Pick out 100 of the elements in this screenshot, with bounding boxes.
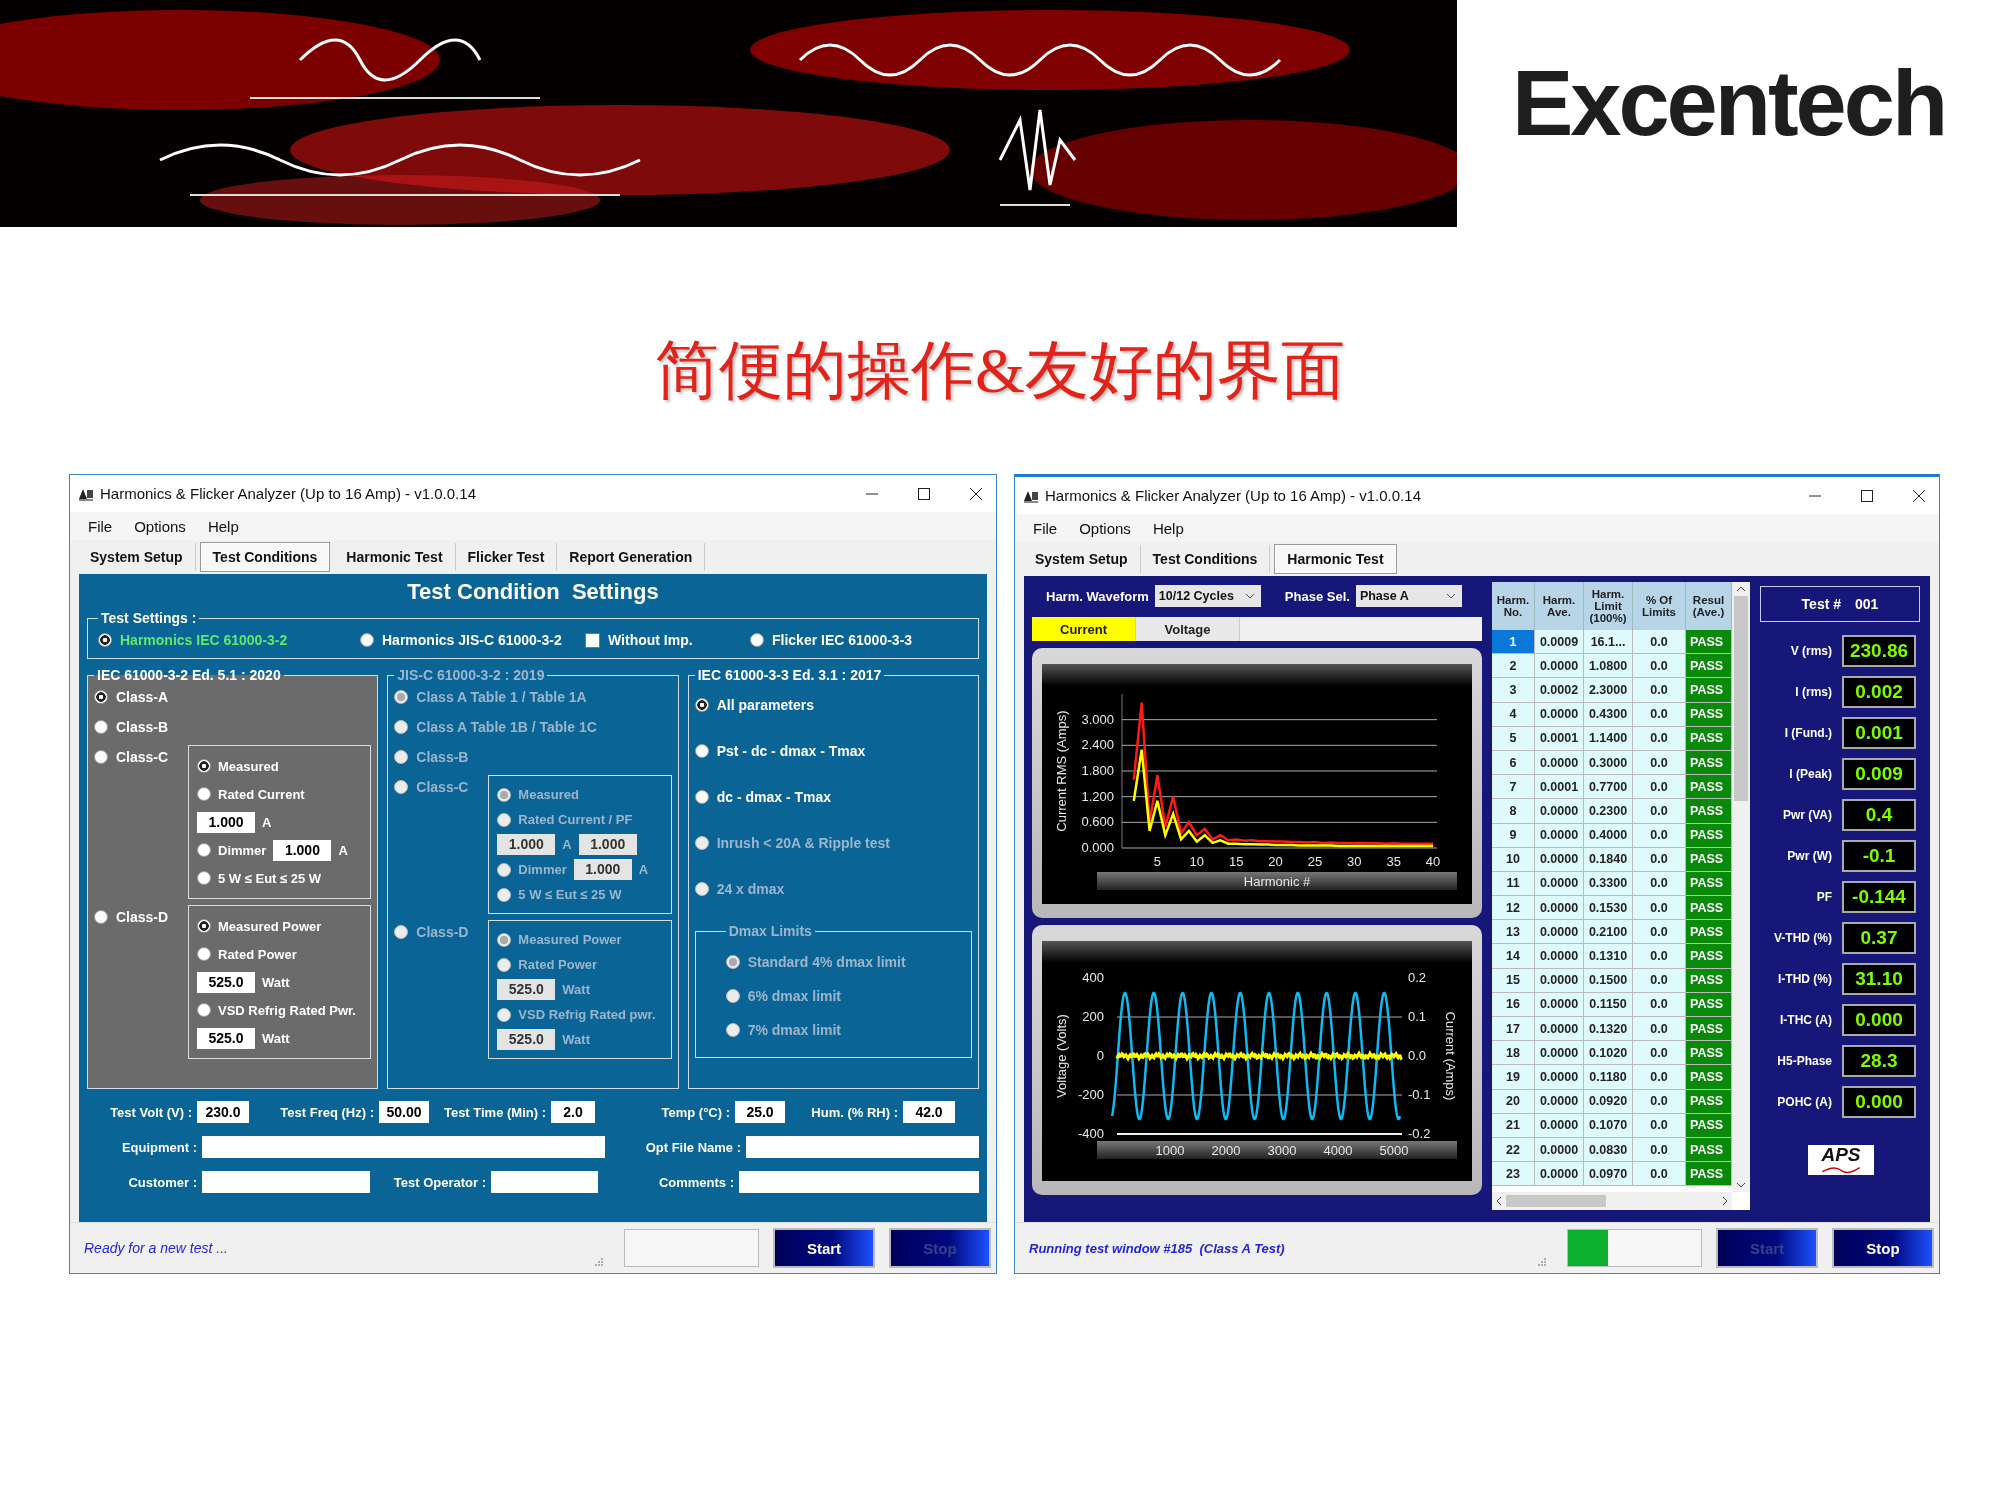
radio-label[interactable]: Pst - dc - dmax - Tmax xyxy=(716,743,866,759)
maximize-icon[interactable] xyxy=(918,487,930,500)
table-cell: 0.1320 xyxy=(1584,1017,1633,1042)
radio-button[interactable] xyxy=(694,744,709,758)
maximize-icon[interactable] xyxy=(1861,489,1873,502)
radio-label[interactable]: Class-C xyxy=(116,749,169,765)
radio-button[interactable] xyxy=(197,759,211,773)
table-cell: 4 xyxy=(1492,702,1535,727)
tab[interactable]: Harmonic Test xyxy=(334,543,456,571)
radio-button[interactable] xyxy=(98,633,112,647)
radio-button[interactable] xyxy=(197,947,211,961)
axis-tick-label: 10 xyxy=(1189,854,1205,869)
number-field[interactable]: 1.000 xyxy=(273,839,332,861)
text-field[interactable] xyxy=(202,1136,605,1158)
radio-label[interactable]: VSD Refrig Rated Pwr. xyxy=(218,1002,356,1018)
text-field[interactable]: 230.0 xyxy=(197,1101,249,1123)
radio-button[interactable] xyxy=(197,787,211,801)
text-field[interactable]: 2.0 xyxy=(551,1101,595,1123)
control-label: Phase Sel. xyxy=(1284,588,1350,604)
action-button[interactable]: Start xyxy=(773,1228,875,1268)
number-field[interactable]: 525.0 xyxy=(197,1027,255,1049)
radio-button[interactable] xyxy=(197,1003,211,1017)
dropdown[interactable]: 10/12 Cycles xyxy=(1154,585,1261,607)
radio-label[interactable]: Class-B xyxy=(116,719,169,735)
readout-value: 0.4 xyxy=(1842,799,1916,831)
checkbox[interactable] xyxy=(585,632,600,648)
tab[interactable]: Flicker Test xyxy=(455,543,558,571)
text-field[interactable] xyxy=(746,1136,979,1158)
radio-label[interactable]: Rated Current xyxy=(218,786,305,802)
radio-button[interactable] xyxy=(197,843,211,857)
action-button[interactable]: Stop xyxy=(1832,1228,1934,1268)
text-field[interactable]: 42.0 xyxy=(903,1101,955,1123)
text-field[interactable] xyxy=(739,1171,979,1193)
menu-item[interactable]: Help xyxy=(207,517,239,535)
tab[interactable]: Report Generation xyxy=(557,543,706,571)
table-cell: 0.0970 xyxy=(1584,1162,1633,1187)
radio-label[interactable]: Harmonics JIS-C 61000-3-2 xyxy=(382,632,562,648)
table-cell: PASS xyxy=(1686,1065,1732,1090)
radio-label[interactable]: All parameters xyxy=(716,697,814,713)
radio-label[interactable]: 5 W ≤ Eut ≤ 25 W xyxy=(218,870,322,886)
tab[interactable]: System Setup xyxy=(78,543,196,571)
chevron-up-icon[interactable] xyxy=(1736,586,1746,592)
tab[interactable]: Harmonic Test xyxy=(1274,544,1397,574)
scroll-thumb[interactable] xyxy=(1506,1195,1606,1207)
text-field[interactable]: 50.00 xyxy=(379,1101,429,1123)
menu-item[interactable]: File xyxy=(88,517,113,535)
tab[interactable]: Current xyxy=(1032,617,1136,641)
text-field[interactable] xyxy=(491,1171,598,1193)
close-icon[interactable] xyxy=(1913,489,1925,502)
menu-item[interactable]: Options xyxy=(1079,519,1131,537)
column-header: Harm. Limit (100%) xyxy=(1584,582,1633,630)
radio-label[interactable]: Harmonics IEC 61000-3-2 xyxy=(120,632,288,648)
scrollbar[interactable] xyxy=(1492,1192,1732,1210)
tab[interactable]: Voltage xyxy=(1136,617,1240,641)
radio-button[interactable] xyxy=(694,698,709,712)
radio-button[interactable] xyxy=(94,720,108,734)
table-cell: 13 xyxy=(1492,920,1535,945)
tab[interactable]: Test Conditions xyxy=(1140,545,1271,573)
number-field[interactable]: 525.0 xyxy=(197,971,255,993)
radio-label[interactable]: Flicker IEC 61000-3-3 xyxy=(772,632,913,648)
radio-button[interactable] xyxy=(750,633,764,647)
text-field[interactable]: 25.0 xyxy=(735,1101,785,1123)
radio-button[interactable] xyxy=(197,919,211,933)
table-cell: PASS xyxy=(1686,847,1732,872)
table-cell: 0.7700 xyxy=(1584,775,1633,800)
table-cell: 0.0000 xyxy=(1535,992,1584,1017)
table-cell: PASS xyxy=(1686,823,1732,848)
number-field[interactable]: 1.000 xyxy=(197,811,255,833)
radio-button[interactable] xyxy=(694,790,709,804)
scroll-thumb[interactable] xyxy=(1734,596,1748,801)
radio-label[interactable]: Dimmer xyxy=(218,842,267,858)
dropdown[interactable]: Phase A xyxy=(1355,585,1462,607)
chevron-right-icon[interactable] xyxy=(1722,1196,1728,1206)
tab[interactable]: Test Conditions xyxy=(199,542,331,572)
scrollbar[interactable] xyxy=(1732,582,1750,1192)
radio-label[interactable]: Rated Power xyxy=(218,946,297,962)
tab[interactable]: System Setup xyxy=(1023,545,1141,573)
axis-tick-label: 35 xyxy=(1386,854,1401,869)
menu-item[interactable]: Options xyxy=(134,517,186,535)
radio-label[interactable]: Measured Power xyxy=(218,918,322,934)
axis-tick-label: 3000 xyxy=(1267,1143,1297,1158)
radio-button[interactable] xyxy=(360,633,374,647)
radio-label[interactable]: Class-A xyxy=(116,689,169,705)
chevron-down-icon[interactable] xyxy=(1736,1182,1746,1188)
radio-label[interactable]: Measured xyxy=(218,758,279,774)
menu-item[interactable]: File xyxy=(1033,519,1058,537)
close-icon[interactable] xyxy=(970,487,982,500)
radio-label[interactable]: dc - dmax - Tmax xyxy=(716,789,832,805)
chevron-left-icon[interactable] xyxy=(1496,1196,1502,1206)
text-field[interactable] xyxy=(202,1171,370,1193)
radio-button[interactable] xyxy=(94,690,108,704)
axis-tick-label: 25 xyxy=(1307,854,1323,869)
radio-button[interactable] xyxy=(94,910,108,924)
radio-button[interactable] xyxy=(94,750,108,764)
field-label: Opt File Name : xyxy=(644,1139,741,1155)
checkbox-label[interactable]: Without Imp. xyxy=(608,632,693,648)
slide-title: 简便的操作&友好的界面 xyxy=(655,334,1345,407)
radio-label[interactable]: Class-D xyxy=(116,909,169,925)
menu-item[interactable]: Help xyxy=(1152,519,1184,537)
radio-button[interactable] xyxy=(197,871,211,885)
